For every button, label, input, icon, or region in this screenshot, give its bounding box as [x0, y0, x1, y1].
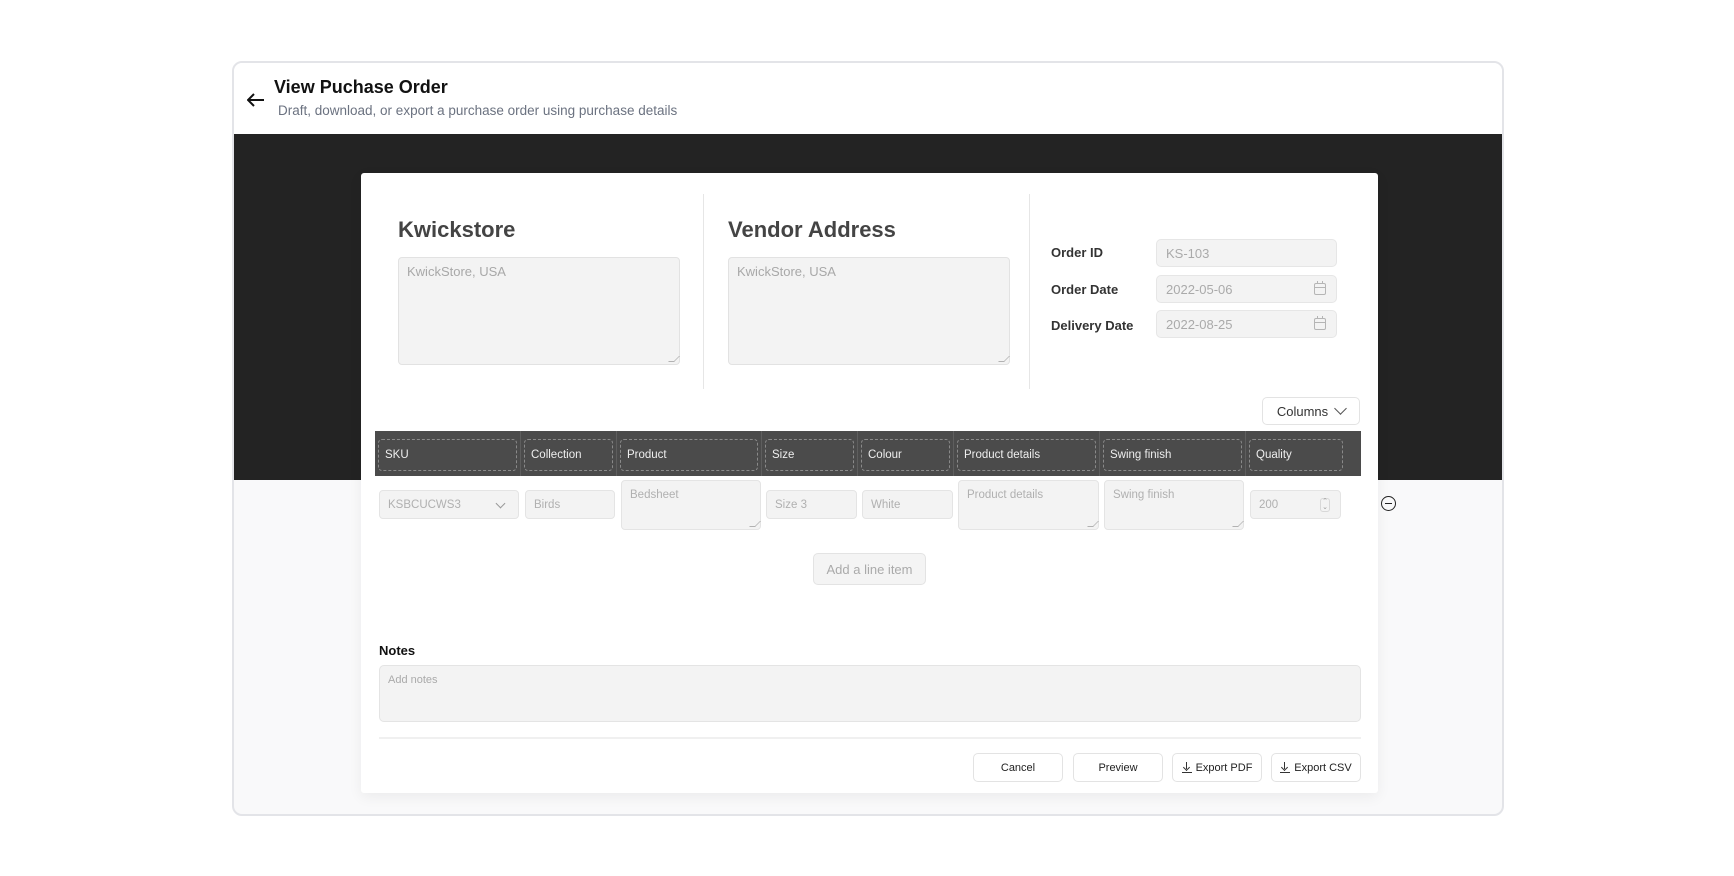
purchase-order-panel: View Puchase Order Draft, download, or e… — [232, 61, 1504, 816]
column-header-label: SKU — [378, 439, 517, 471]
vendor-address-input[interactable]: KwickStore, USA — [728, 257, 1010, 365]
colour-input[interactable]: White — [862, 490, 953, 519]
back-button[interactable] — [244, 88, 268, 112]
cancel-button[interactable]: Cancel — [973, 753, 1063, 782]
product-details-value: Product details — [967, 489, 1044, 501]
vendor-title: Vendor Address — [728, 217, 896, 242]
resize-grip-icon[interactable] — [668, 356, 680, 362]
column-header-label: Product — [620, 439, 758, 471]
notes-placeholder: Add notes — [388, 674, 438, 686]
preview-label: Preview — [1098, 761, 1138, 774]
chevron-down-icon — [1334, 402, 1348, 415]
page-header: View Puchase Order Draft, download, or e… — [234, 63, 1502, 134]
column-header-size[interactable]: Size — [762, 431, 858, 476]
order-id-label: Order ID — [1051, 245, 1104, 260]
delivery-date-label: Delivery Date — [1051, 318, 1134, 333]
notes-input[interactable]: Add notes — [379, 665, 1361, 722]
column-header-label: Quality — [1249, 439, 1343, 471]
order-id-field[interactable]: KS-103 — [1156, 239, 1337, 267]
chevron-down-icon — [495, 498, 506, 509]
download-icon — [1181, 762, 1192, 773]
sku-select[interactable]: KSBCUCWS3 — [379, 490, 519, 519]
notes-label: Notes — [379, 643, 416, 658]
colour-value: White — [871, 498, 901, 511]
size-value: Size 3 — [775, 498, 807, 511]
download-icon — [1280, 762, 1291, 773]
column-header-label: Size — [765, 439, 854, 471]
column-header-collection[interactable]: Collection — [521, 431, 617, 476]
column-header-quality[interactable]: Quality — [1246, 431, 1346, 476]
resize-grip-icon[interactable] — [1087, 521, 1099, 527]
export-pdf-label: Export PDF — [1195, 761, 1253, 774]
column-header-swing-finish[interactable]: Swing finish — [1100, 431, 1246, 476]
columns-dropdown-button[interactable]: Columns — [1262, 397, 1360, 425]
quality-stepper[interactable]: 200 ⌃ ⌄ — [1250, 490, 1341, 519]
store-title: Kwickstore — [398, 217, 516, 242]
column-header-label: Collection — [524, 439, 613, 471]
store-address-placeholder: KwickStore, USA — [407, 264, 506, 279]
export-pdf-button[interactable]: Export PDF — [1172, 753, 1262, 782]
page-subtitle: Draft, download, or export a purchase or… — [278, 103, 678, 118]
page-title: View Puchase Order — [274, 77, 448, 97]
calendar-icon[interactable] — [1314, 281, 1326, 295]
cancel-label: Cancel — [1000, 761, 1036, 774]
delivery-date-value: 2022-08-25 — [1166, 317, 1233, 332]
resize-grip-icon[interactable] — [1232, 521, 1244, 527]
resize-grip-icon[interactable] — [749, 521, 761, 527]
export-csv-label: Export CSV — [1294, 761, 1352, 774]
order-date-value: 2022-05-06 — [1166, 282, 1233, 297]
columns-label: Columns — [1276, 403, 1329, 419]
divider — [1029, 194, 1030, 389]
store-address-input[interactable]: KwickStore, USA — [398, 257, 680, 365]
resize-grip-icon[interactable] — [998, 356, 1010, 362]
sku-value: KSBCUCWS3 — [388, 498, 461, 511]
column-header-label: Colour — [861, 439, 950, 471]
stepper-arrows-icon[interactable]: ⌃ ⌄ — [1320, 498, 1330, 512]
purchase-order-document: Kwickstore KwickStore, USA Vendor Addres… — [361, 173, 1396, 793]
delivery-date-field[interactable]: 2022-08-25 — [1156, 310, 1337, 338]
calendar-icon[interactable] — [1314, 316, 1326, 330]
column-header-product-details[interactable]: Product details — [954, 431, 1100, 476]
column-header-label: Swing finish — [1103, 439, 1242, 471]
export-csv-button[interactable]: Export CSV — [1271, 753, 1361, 782]
arrow-left-icon — [247, 93, 264, 107]
vendor-address-placeholder: KwickStore, USA — [737, 264, 836, 279]
column-header-sku[interactable]: SKU — [375, 431, 521, 476]
product-value: Bedsheet — [630, 489, 679, 501]
size-input[interactable]: Size 3 — [766, 490, 857, 519]
swing-finish-input[interactable]: Swing finish — [1104, 480, 1244, 530]
line-items-table-header: SKU Collection Product Size Colour Produ… — [375, 431, 1361, 476]
collection-value: Birds — [534, 498, 561, 511]
column-header-label: Product details — [957, 439, 1096, 471]
column-header-product[interactable]: Product — [617, 431, 762, 476]
product-input[interactable]: Bedsheet — [621, 480, 761, 530]
column-header-colour[interactable]: Colour — [858, 431, 954, 476]
add-line-item-button[interactable]: Add a line item — [813, 553, 926, 585]
collection-input[interactable]: Birds — [525, 490, 615, 519]
order-date-label: Order Date — [1051, 282, 1119, 297]
product-details-input[interactable]: Product details — [958, 480, 1099, 530]
order-id-value: KS-103 — [1166, 246, 1210, 261]
order-date-field[interactable]: 2022-05-06 — [1156, 275, 1337, 303]
divider — [703, 194, 704, 389]
swing-finish-value: Swing finish — [1113, 489, 1175, 501]
remove-row-button[interactable] — [1381, 496, 1396, 511]
quality-value: 200 — [1259, 498, 1279, 511]
divider — [379, 737, 1361, 739]
preview-button[interactable]: Preview — [1073, 753, 1163, 782]
